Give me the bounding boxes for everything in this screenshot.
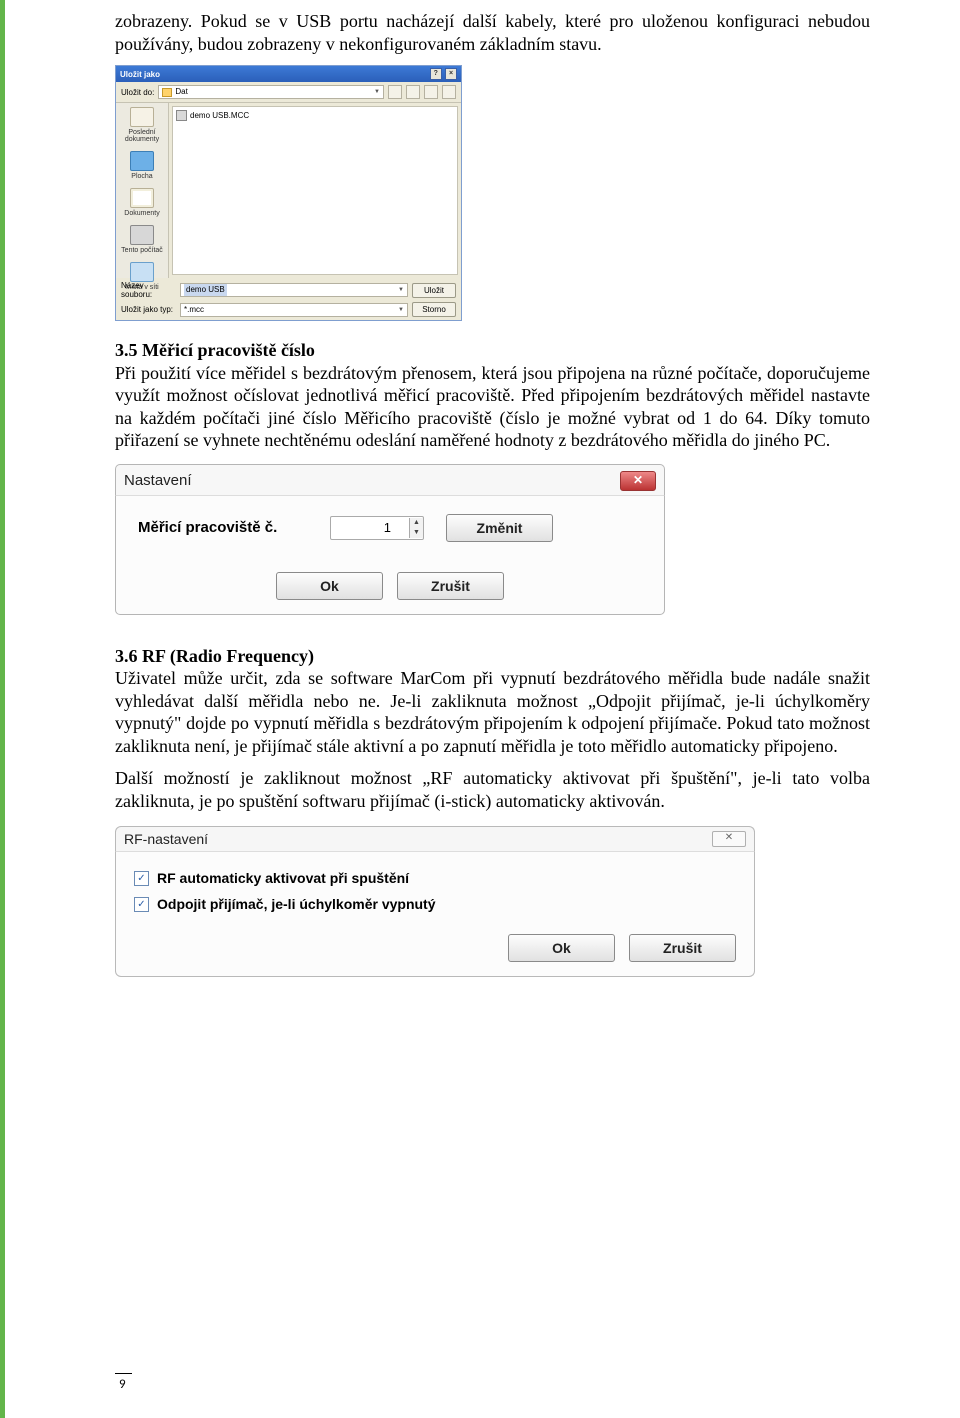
nav-up-icon[interactable]	[406, 85, 420, 99]
save-button[interactable]: Uložit	[412, 283, 456, 298]
help-icon[interactable]: ?	[430, 68, 442, 80]
ok-button[interactable]: Ok	[276, 572, 383, 600]
rf-titlebar[interactable]: RF-nastavení ✕	[115, 826, 755, 851]
lookin-label: Uložit do:	[121, 88, 154, 97]
rf-settings-dialog: RF-nastavení ✕ ✓ RF automaticky aktivova…	[115, 826, 755, 977]
view-icon[interactable]	[442, 85, 456, 99]
list-item[interactable]: demo USB.MCC	[176, 110, 454, 121]
section-3-5: 3.5 Měřicí pracoviště číslo Při použití …	[115, 339, 870, 452]
place-documents[interactable]: Dokumenty	[116, 184, 168, 221]
settings-dialog: Nastavení ✕ Měřicí pracoviště č. 1 ▲▼ Zm…	[115, 464, 665, 615]
save-as-titlebar[interactable]: Uložit jako ? ×	[116, 66, 461, 82]
close-icon[interactable]: ✕	[712, 831, 746, 847]
filetype-combo[interactable]: *.mcc▼	[180, 303, 408, 317]
section-3-5-body: Při použití více měřidel s bezdrátovým p…	[115, 363, 870, 451]
places-bar: Poslední dokumenty Plocha Dokumenty Tent…	[116, 103, 169, 278]
nav-back-icon[interactable]	[388, 85, 402, 99]
section-3-6-body: Uživatel může určit, zda se software Mar…	[115, 668, 870, 756]
cancel-button[interactable]: Zrušit	[397, 572, 504, 600]
place-computer[interactable]: Tento počítač	[116, 221, 168, 258]
place-desktop[interactable]: Plocha	[116, 147, 168, 184]
settings-titlebar[interactable]: Nastavení ✕	[115, 464, 665, 495]
workstation-label: Měřicí pracoviště č.	[138, 519, 308, 536]
filename-input[interactable]: demo USB▼	[180, 283, 408, 297]
lookin-value: Dat	[175, 86, 187, 98]
filetype-label: Uložit jako typ:	[121, 305, 176, 314]
intro-paragraph: zobrazeny. Pokud se v USB portu nacházej…	[115, 10, 870, 55]
chevron-down-icon: ▼	[374, 86, 380, 98]
file-name: demo USB.MCC	[190, 111, 249, 120]
workstation-value: 1	[331, 520, 409, 535]
folder-icon	[162, 88, 172, 97]
checkbox-rf-disconnect-label: Odpojit přijímač, je-li úchylkoměr vypnu…	[157, 896, 436, 912]
cancel-button[interactable]: Zrušit	[629, 934, 736, 962]
cancel-button[interactable]: Storno	[412, 302, 456, 317]
filename-label: Název souboru:	[121, 281, 176, 299]
section-3-6-p2: Další možností je zakliknout možnost „RF…	[115, 767, 870, 812]
file-list[interactable]: demo USB.MCC	[172, 106, 458, 275]
file-icon	[176, 110, 187, 121]
checkbox-rf-auto[interactable]: ✓	[134, 871, 149, 886]
lookin-combo[interactable]: Dat ▼	[158, 85, 384, 99]
new-folder-icon[interactable]	[424, 85, 438, 99]
section-3-5-heading: 3.5 Měřicí pracoviště číslo	[115, 340, 315, 360]
settings-title: Nastavení	[124, 472, 192, 489]
save-as-dialog: Uložit jako ? × Uložit do: Dat ▼ Posledn…	[115, 65, 462, 321]
chevron-down-icon: ▼	[398, 284, 404, 296]
section-3-6: 3.6 RF (Radio Frequency) Uživatel může u…	[115, 645, 870, 758]
rf-title: RF-nastavení	[124, 831, 208, 847]
place-recent[interactable]: Poslední dokumenty	[116, 103, 168, 147]
chevron-down-icon: ▼	[398, 304, 404, 316]
section-3-6-heading: 3.6 RF (Radio Frequency)	[115, 646, 314, 666]
workstation-spinner[interactable]: 1 ▲▼	[330, 516, 424, 540]
spin-down-icon[interactable]: ▼	[409, 528, 423, 538]
ok-button[interactable]: Ok	[508, 934, 615, 962]
close-icon[interactable]: ✕	[620, 471, 656, 491]
spin-up-icon[interactable]: ▲	[409, 518, 423, 528]
close-icon[interactable]: ×	[445, 68, 457, 80]
save-as-title-text: Uložit jako	[120, 70, 160, 79]
save-as-toolbar: Uložit do: Dat ▼	[116, 82, 461, 103]
checkbox-rf-disconnect[interactable]: ✓	[134, 897, 149, 912]
change-button[interactable]: Změnit	[446, 514, 553, 542]
checkbox-rf-auto-label: RF automaticky aktivovat při spuštění	[157, 870, 409, 886]
page-number: 9	[115, 1373, 132, 1392]
